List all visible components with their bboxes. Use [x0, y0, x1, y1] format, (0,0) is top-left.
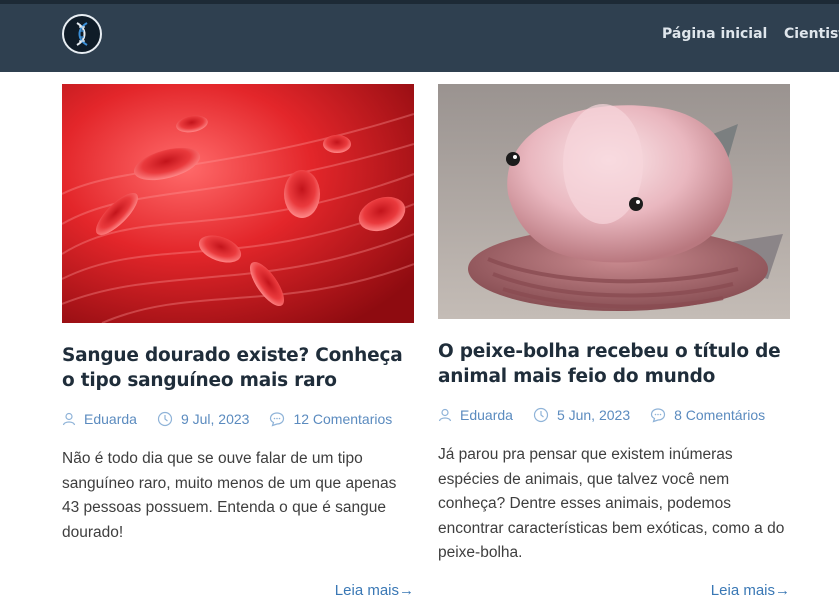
clock-icon	[157, 411, 173, 427]
post-author-label: Eduarda	[460, 407, 513, 423]
post-card: Sangue dourado existe? Conheça o tipo sa…	[62, 84, 414, 599]
post-title[interactable]: O peixe-bolha recebeu o título de animal…	[438, 339, 790, 389]
site-logo[interactable]	[62, 14, 102, 54]
dna-helix-icon	[76, 22, 88, 46]
post-meta: Eduarda 5 Jun, 2023 8 Comentários	[438, 407, 790, 423]
post-meta: Eduarda 9 Jul, 2023 12 Comentarios	[62, 411, 414, 427]
top-navbar: Página inicial Cientist	[0, 0, 839, 72]
post-title[interactable]: Sangue dourado existe? Conheça o tipo sa…	[62, 343, 414, 393]
post-comments[interactable]: 8 Comentários	[650, 407, 765, 423]
post-date-label: 5 Jun, 2023	[556, 407, 631, 423]
nav-link-cientistas[interactable]: Cientist	[784, 26, 839, 42]
post-author-label: Eduarda	[84, 411, 137, 427]
post-comments-label: 8 Comentários	[674, 407, 766, 423]
comment-icon	[651, 408, 666, 423]
read-more-link[interactable]: Leia mais→	[711, 582, 790, 599]
user-icon	[438, 408, 452, 422]
post-date: 9 Jul, 2023	[157, 411, 250, 427]
user-icon	[62, 412, 76, 426]
post-comments[interactable]: 12 Comentarios	[269, 411, 392, 427]
post-card: O peixe-bolha recebeu o título de animal…	[438, 84, 790, 599]
blobfish-image[interactable]	[438, 84, 790, 319]
post-date-label: 9 Jul, 2023	[180, 411, 250, 427]
post-author[interactable]: Eduarda	[438, 407, 513, 423]
post-comments-label: 12 Comentarios	[293, 411, 393, 427]
post-excerpt: Já parou pra pensar que existem inúmeras…	[438, 446, 785, 561]
post-date: 5 Jun, 2023	[533, 407, 630, 423]
comment-icon	[270, 412, 285, 427]
read-more-link[interactable]: Leia mais→	[335, 582, 414, 599]
nav-link-home[interactable]: Página inicial	[662, 26, 767, 42]
post-excerpt: Não é todo dia que se ouve falar de um t…	[62, 450, 397, 541]
post-author[interactable]: Eduarda	[62, 411, 137, 427]
clock-icon	[533, 407, 549, 423]
red-blood-cells-image[interactable]	[62, 84, 414, 323]
